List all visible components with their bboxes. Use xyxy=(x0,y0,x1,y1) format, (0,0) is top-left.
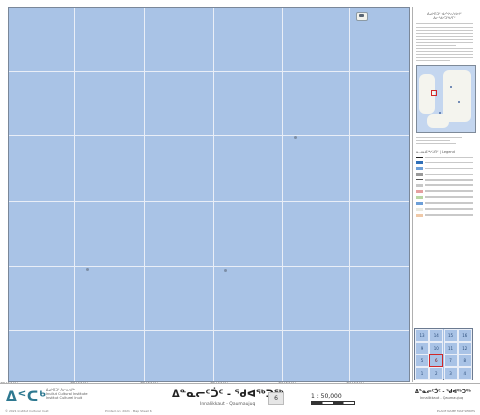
map-panel[interactable]: 72°30'W 72°00'W 71°30'W 71°00'W 70°30'W … xyxy=(0,7,410,387)
index-cell[interactable]: 14 xyxy=(429,329,444,342)
index-cell[interactable]: 4 xyxy=(457,366,472,380)
index-cell[interactable]: 3 xyxy=(443,366,458,380)
index-cell[interactable]: 13 xyxy=(415,329,429,342)
contact-text-block xyxy=(416,137,473,145)
grid-line-vertical xyxy=(144,8,145,381)
index-cell[interactable]: 9 xyxy=(415,341,429,355)
sheet-location-marker xyxy=(431,90,437,97)
index-cell[interactable]: 16 xyxy=(457,329,472,342)
grid-line-horizontal xyxy=(9,135,409,136)
survey-point xyxy=(224,269,227,272)
locator-inset-map xyxy=(416,65,476,134)
divider xyxy=(416,23,473,24)
legend xyxy=(416,157,473,217)
index-cell-current-sheet[interactable]: 6 xyxy=(429,354,444,367)
institute-logo: ᐃᑉᑕᒃ xyxy=(6,389,48,405)
series-subtitle: Innalikkaut - Qaumaujuq xyxy=(420,396,464,400)
map-sidebar: ᐃᓄᒃᑎᑐᑦ ᐊᓯᔾᔨᕆᔭᐅᔪᑦ ᐃᓕᖁᓯᑐᖃᕐᒥᑦ ᓇᓗᓇᐃᖅᓯᒍᑎᑦ | L… xyxy=(412,7,476,382)
description-text-block xyxy=(416,27,473,62)
index-cell[interactable]: 8 xyxy=(457,354,472,367)
coastline-fragment xyxy=(356,12,368,21)
sheet-index-map[interactable]: 13 14 15 16 9 10 11 12 5 6 7 8 1 2 3 4 xyxy=(414,328,473,380)
index-cell[interactable]: 15 xyxy=(443,329,458,342)
index-cell[interactable]: 12 xyxy=(457,341,472,355)
survey-point xyxy=(86,268,89,271)
sheet-subtitle: Innalikkaut - Qaumaujuq xyxy=(200,402,256,407)
title-block: ᐃᑉᑕᒃ ᐃᓄᒃᑎᑐᑦ ᐱᓕᕆᐊᖅ Inullut Cultural Insti… xyxy=(0,383,480,415)
index-cell[interactable]: 7 xyxy=(443,354,458,367)
sheet-number-badge: 6 xyxy=(268,392,284,405)
institute-name: ᐃᓄᒃᑎᑐᑦ ᐱᓕᕆᐊᖅ Inullut Cultural Institute … xyxy=(46,388,88,401)
index-cell[interactable]: 2 xyxy=(429,366,444,380)
copyright-text: © 2021 Institut Culturel Inuit xyxy=(5,409,49,413)
grid-line-vertical xyxy=(349,8,350,381)
index-cell[interactable]: 11 xyxy=(443,341,458,355)
grid-line-horizontal xyxy=(9,266,409,267)
survey-point xyxy=(294,136,297,139)
index-cell[interactable]: 1 xyxy=(415,366,429,380)
series-title: ᐃᓐᓇᓕᑦᑑᑦ - ᖁᐊᖅᑐᖅ xyxy=(415,389,471,395)
index-cell[interactable]: 10 xyxy=(429,341,444,355)
index-cell[interactable]: 5 xyxy=(415,354,429,367)
grid-line-horizontal xyxy=(9,71,409,72)
grid-line-horizontal xyxy=(9,330,409,331)
legend-title: ᓇᓗᓇᐃᖅᓯᒍᑎᑦ | Legend xyxy=(416,150,455,155)
sidebar-title: ᐃᓄᒃᑎᑐᑦ ᐊᓯᔾᔨᕆᔭᐅᔪᑦ ᐃᓕᖁᓯᑐᖃᕐᒥᑦ xyxy=(427,12,462,20)
grid-line-vertical xyxy=(74,8,75,381)
series-label: PLACE NAME MAP SERIES xyxy=(436,409,475,413)
grid-line-vertical xyxy=(282,8,283,381)
map-scale-text: 1 : 50,000 xyxy=(311,393,342,400)
grid-line-vertical xyxy=(213,8,214,381)
scale-bar xyxy=(311,401,355,405)
grid-line-horizontal xyxy=(9,201,409,202)
print-info-text: Printed on: 2021 · Map Sheet 6 xyxy=(105,409,152,413)
